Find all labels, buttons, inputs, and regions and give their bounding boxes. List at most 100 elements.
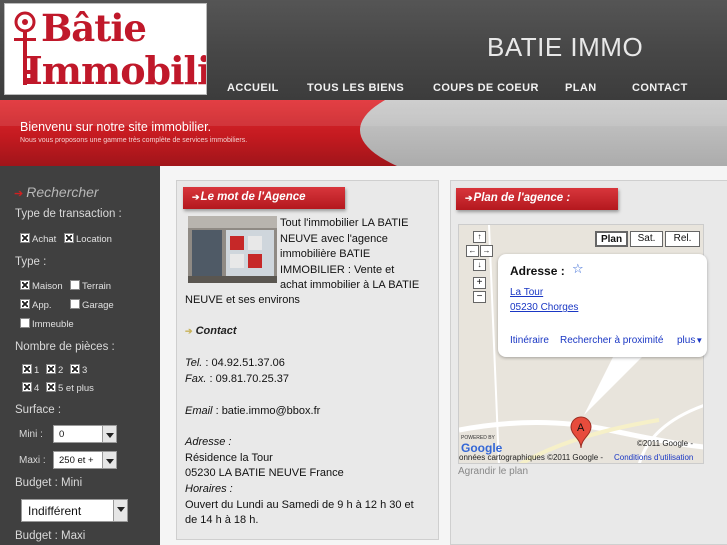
fax-value: : 09.81.70.25.37 xyxy=(209,373,289,385)
agency-photo xyxy=(188,216,277,283)
agency-intro-5: achat immobilier à LA BATIE xyxy=(280,279,420,291)
search-heading-label: Rechercher xyxy=(26,184,99,200)
more-link-label: plus xyxy=(677,335,696,346)
checkbox-box[interactable] xyxy=(46,382,56,392)
checkbox-box[interactable] xyxy=(70,299,80,309)
surface-max-value: 250 et + xyxy=(59,455,94,466)
nav-accueil[interactable]: ACCUEIL xyxy=(227,82,279,94)
checkbox-box[interactable] xyxy=(20,233,30,243)
checkbox-achat[interactable]: Achat xyxy=(20,233,56,245)
agency-intro-3: immobilière BATIE xyxy=(280,248,371,260)
logo[interactable]: Bâtie Immobilier xyxy=(4,3,207,95)
checkbox-garage[interactable]: Garage xyxy=(70,299,114,311)
tel-line: Tel. : 04.92.51.37.06 xyxy=(185,356,285,372)
more-link[interactable]: plus▼ xyxy=(677,335,703,346)
surface-min-label: Mini : xyxy=(19,429,43,440)
bubble-address-1[interactable]: La Tour xyxy=(510,287,543,298)
hours-line-2: de 14 h à 18 h. xyxy=(185,514,259,526)
plan-panel-title: ➔Plan de l'agence : xyxy=(456,188,618,210)
banner-subtitle: Nous vous proposons une gamme très compl… xyxy=(20,137,248,144)
chevron-down-icon[interactable] xyxy=(102,426,116,442)
chevron-down-icon[interactable] xyxy=(102,452,116,468)
bubble-address-2[interactable]: 05230 Chorges xyxy=(510,302,578,313)
surface-label: Surface : xyxy=(15,404,62,416)
agency-intro-6: NEUVE et ses environs xyxy=(185,294,300,306)
nav-coups-de-coeur[interactable]: COUPS DE COEUR xyxy=(433,82,539,94)
checkbox-location[interactable]: Location xyxy=(64,233,112,245)
tel-value: : 04.92.51.37.06 xyxy=(205,357,285,369)
checkbox-label: Immeuble xyxy=(32,319,74,330)
address-label: Adresse : xyxy=(185,436,232,448)
checkbox-label: 4 xyxy=(34,383,40,394)
arrow-right-icon: ➔ xyxy=(192,192,200,202)
checkbox-box[interactable] xyxy=(46,364,56,374)
nav-plan[interactable]: PLAN xyxy=(565,82,597,94)
checkbox-box[interactable] xyxy=(64,233,74,243)
star-icon[interactable]: ☆ xyxy=(572,262,584,277)
checkbox-box[interactable] xyxy=(22,364,32,374)
logo-line-1: Bâtie xyxy=(41,6,147,50)
tel-label: Tel. xyxy=(185,357,203,369)
chevron-down-icon[interactable] xyxy=(113,500,127,521)
nav-tous-les-biens[interactable]: TOUS LES BIENS xyxy=(307,82,404,94)
email-line: Email : batie.immo@bbox.fr xyxy=(185,404,320,420)
main-nav: ACCUEIL TOUS LES BIENS COUPS DE COEUR PL… xyxy=(207,78,727,100)
checkbox-box[interactable] xyxy=(20,318,30,328)
map-copyright: onnées cartographiques ©2011 Google - xyxy=(459,453,604,462)
triangle-down-icon: ▼ xyxy=(695,336,704,345)
checkbox-label: 5 et plus xyxy=(58,383,94,394)
hours-line-1: Ouvert du Lundi au Samedi de 9 h à 12 h … xyxy=(185,499,414,511)
agency-intro-4: IMMOBILIER : Vente et xyxy=(280,264,395,276)
checkbox-box[interactable] xyxy=(22,382,32,392)
surface-min-select[interactable]: 0 xyxy=(53,425,117,443)
email-value[interactable]: : batie.immo@bbox.fr xyxy=(216,405,321,417)
checkbox-label: Maison xyxy=(32,281,63,292)
budget-min-select[interactable]: Indifférent xyxy=(21,499,128,522)
fax-line: Fax. : 09.81.70.25.37 xyxy=(185,372,289,388)
arrow-right-icon: ➔ xyxy=(465,193,473,203)
terms-link[interactable]: Conditions d'utilisation xyxy=(614,453,693,462)
bubble-title: Adresse : xyxy=(510,264,565,278)
checkbox-app[interactable]: App. xyxy=(20,299,52,311)
checkbox-rooms-5-plus[interactable]: 5 et plus xyxy=(46,382,94,394)
contact-heading-text: Contact xyxy=(195,325,237,337)
checkbox-box[interactable] xyxy=(20,280,30,290)
search-sidebar: ➔ Rechercher Type de transaction : Achat … xyxy=(0,166,160,545)
address-line-1: Résidence la Tour xyxy=(185,452,273,464)
fax-label: Fax. xyxy=(185,373,207,385)
checkbox-terrain[interactable]: Terrain xyxy=(70,280,111,292)
directions-link[interactable]: Itinéraire xyxy=(510,335,549,346)
checkbox-label: App. xyxy=(32,300,52,311)
checkbox-box[interactable] xyxy=(70,364,80,374)
email-label: Email xyxy=(185,405,213,417)
checkbox-maison[interactable]: Maison xyxy=(20,280,63,292)
checkbox-rooms-1[interactable]: 1 xyxy=(22,364,39,376)
hours-label: Horaires : xyxy=(185,483,233,495)
checkbox-label: 1 xyxy=(34,365,40,376)
search-heading: ➔ Rechercher xyxy=(14,184,99,200)
checkbox-box[interactable] xyxy=(70,280,80,290)
checkbox-immeuble[interactable]: Immeuble xyxy=(20,318,74,330)
checkbox-rooms-4[interactable]: 4 xyxy=(22,382,39,394)
rooms-label: Nombre de pièces : xyxy=(15,341,115,353)
info-bubble: Adresse : ☆ La Tour 05230 Chorges Itinér… xyxy=(498,254,707,357)
agency-intro-2: NEUVE avec l'agence xyxy=(280,233,388,245)
logo-line-2: Immobilier xyxy=(25,48,206,93)
site-title: BATIE IMMO xyxy=(487,32,644,62)
surface-max-select[interactable]: 250 et + xyxy=(53,451,117,469)
checkbox-rooms-2[interactable]: 2 xyxy=(46,364,63,376)
address-line-2: 05230 LA BATIE NEUVE France xyxy=(185,467,344,479)
search-nearby-link[interactable]: Rechercher à proximité xyxy=(560,335,663,346)
surface-max-label: Maxi : xyxy=(19,455,46,466)
map-copyright-right: ©2011 Google - xyxy=(637,439,694,448)
checkbox-rooms-3[interactable]: 3 xyxy=(70,364,87,376)
enlarge-map-link[interactable]: Agrandir le plan xyxy=(458,466,528,477)
transaction-label: Type de transaction : xyxy=(15,208,122,220)
nav-contact[interactable]: CONTACT xyxy=(632,82,688,94)
checkbox-box[interactable] xyxy=(20,299,30,309)
checkbox-label: 3 xyxy=(82,365,88,376)
checkbox-label: Garage xyxy=(82,300,114,311)
agency-panel-title-text: Le mot de l'Agence xyxy=(200,191,306,203)
arrow-right-icon: ➔ xyxy=(185,326,193,336)
agency-panel-title: ➔Le mot de l'Agence xyxy=(183,187,345,209)
